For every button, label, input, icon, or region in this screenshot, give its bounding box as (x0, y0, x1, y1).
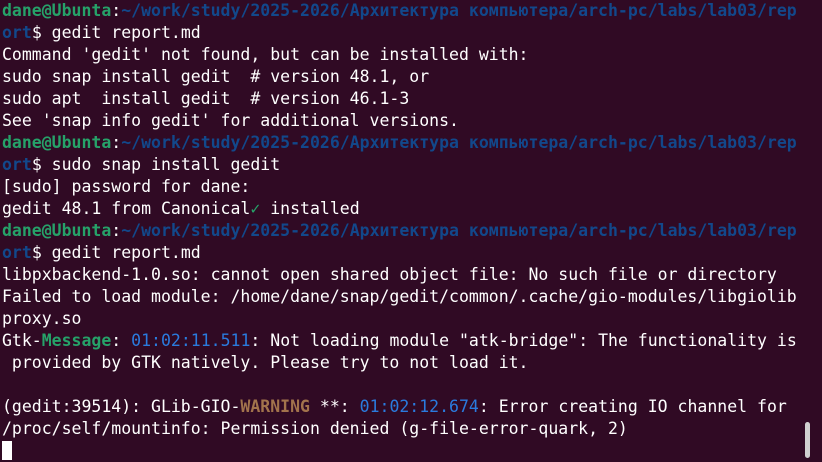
gtk-separator: : (111, 331, 132, 350)
terminal-window[interactable]: dane@Ubunta:~/work/study/2025-2026/Архит… (0, 0, 822, 462)
prompt-path-wrap: ort (2, 155, 32, 174)
prompt-separator: : (111, 133, 122, 152)
output-line: See 'snap info gedit' for additional ver… (2, 111, 459, 130)
prompt-dollar: $ (31, 243, 42, 262)
prompt-line: dane@Ubunta:~/work/study/2025-2026/Архит… (2, 132, 797, 154)
gtk-text: : Not loading module "atk-bridge": The f… (250, 331, 797, 350)
install-text: gedit 48.1 from Canonical (2, 199, 251, 218)
prompt-path: ~/work/study/2025-2026/Архитектура компь… (121, 221, 797, 240)
glib-timestamp: 01:02:12.674 (359, 397, 479, 416)
prompt-path-wrap: ort (2, 23, 32, 42)
prompt-line-wrap: ort$ gedit report.md (2, 242, 201, 264)
prompt-separator: : (111, 1, 122, 20)
prompt-line: dane@Ubunta:~/work/study/2025-2026/Архит… (2, 0, 797, 22)
prompt-separator: : (111, 221, 122, 240)
prompt-dollar: $ (31, 155, 42, 174)
glib-text: : Error creating IO channel for (478, 397, 787, 416)
prompt-path: ~/work/study/2025-2026/Архитектура компь… (121, 1, 797, 20)
prompt-user-host: dane@Ubunta (2, 221, 112, 240)
output-line: sudo apt install gedit # version 46.1-3 (2, 89, 410, 108)
output-line: [sudo] password for dane: (2, 177, 251, 196)
command-text: gedit report.md (41, 243, 201, 262)
output-line: proxy.so (2, 309, 82, 328)
glib-warning-line: (gedit:39514): GLib-GIO-WARNING **: 01:0… (2, 396, 787, 418)
gtk-prefix: Gtk- (2, 331, 42, 350)
output-line: Failed to load module: /home/dane/snap/g… (2, 287, 797, 306)
glib-warning-label: WARNING (240, 397, 310, 416)
install-status: installed (260, 199, 360, 218)
output-line: gedit 48.1 from Canonical✓ installed (2, 198, 360, 220)
prompt-user-host: dane@Ubunta (2, 1, 112, 20)
prompt-path: ~/work/study/2025-2026/Архитектура компь… (121, 133, 797, 152)
text-cursor (2, 441, 12, 460)
prompt-dollar: $ (31, 23, 42, 42)
output-line: /proc/self/mountinfo: Permission denied … (2, 419, 628, 438)
output-line: sudo snap install gedit # version 48.1, … (2, 67, 430, 86)
output-line: libpxbackend-1.0.so: cannot open shared … (2, 265, 777, 284)
glib-stars: **: (309, 397, 360, 416)
scrollbar-thumb[interactable] (805, 422, 810, 458)
prompt-line-wrap: ort$ sudo snap install gedit (2, 154, 280, 176)
prompt-path-wrap: ort (2, 243, 32, 262)
gtk-message-line: Gtk-Message: 01:02:11.511: Not loading m… (2, 330, 797, 352)
command-text: gedit report.md (41, 23, 201, 42)
output-line: Command 'gedit' not found, but can be in… (2, 45, 529, 64)
command-text: sudo snap install gedit (41, 155, 281, 174)
check-icon: ✓ (250, 199, 261, 218)
gtk-message-label: Message (41, 331, 112, 350)
output-line: provided by GTK natively. Please try to … (2, 353, 529, 372)
prompt-line-wrap: ort$ gedit report.md (2, 22, 201, 44)
glib-prefix: (gedit:39514): GLib-GIO- (2, 397, 241, 416)
gtk-timestamp: 01:02:11.511 (131, 331, 251, 350)
prompt-line: dane@Ubunta:~/work/study/2025-2026/Архит… (2, 220, 797, 242)
prompt-user-host: dane@Ubunta (2, 133, 112, 152)
